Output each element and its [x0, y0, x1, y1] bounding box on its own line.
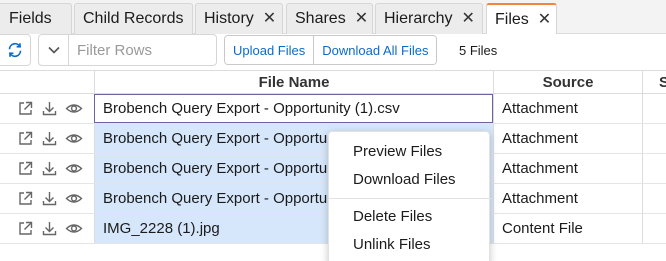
tab-hierarchy[interactable]: Hierarchy ✕ — [375, 3, 483, 34]
open-external-icon[interactable] — [17, 190, 34, 207]
tab-label: Shares — [295, 10, 346, 27]
source-cell: Attachment — [493, 124, 642, 153]
source-cell: Attachment — [493, 154, 642, 183]
source-cell: Attachment — [493, 184, 642, 213]
file-name-cell[interactable]: Brobench Query Export - Opportunity (1).… — [94, 94, 493, 123]
tab-history[interactable]: History ✕ — [195, 3, 283, 34]
menu-item-unlink-files[interactable]: Unlink Files — [329, 231, 491, 257]
tab-bar: Fields Child Records History ✕ Shares ✕ … — [0, 0, 666, 35]
download-icon[interactable] — [41, 100, 58, 117]
download-icon[interactable] — [41, 220, 58, 237]
column-header-partial[interactable]: S — [642, 71, 666, 94]
download-all-files-button[interactable]: Download All Files — [313, 36, 437, 64]
tab-label: Hierarchy — [384, 10, 453, 27]
file-action-buttons: Upload Files Download All Files — [224, 35, 438, 65]
refresh-icon — [8, 42, 22, 58]
extra-cell — [642, 214, 666, 243]
toolbar: Upload Files Download All Files 5 Files — [0, 34, 666, 70]
preview-eye-icon[interactable] — [65, 100, 83, 117]
tab-shares[interactable]: Shares ✕ — [286, 3, 373, 34]
preview-eye-icon[interactable] — [65, 220, 83, 237]
filter-rows-field — [38, 34, 217, 66]
table-row[interactable]: Brobench Query Export - Opportunity (1).… — [0, 94, 666, 124]
open-external-icon[interactable] — [17, 160, 34, 177]
context-menu: Preview Files Download Files Delete File… — [328, 131, 491, 261]
grid-header: File Name Source S — [0, 70, 666, 94]
menu-item-delete-files[interactable]: Delete Files — [329, 203, 491, 229]
preview-eye-icon[interactable] — [65, 160, 83, 177]
download-icon[interactable] — [41, 160, 58, 177]
open-external-icon[interactable] — [17, 220, 34, 237]
row-actions — [0, 124, 94, 153]
tab-fields[interactable]: Fields — [0, 3, 72, 34]
open-external-icon[interactable] — [17, 100, 34, 117]
tab-child-records[interactable]: Child Records — [74, 3, 193, 34]
extra-cell — [642, 124, 666, 153]
row-actions — [0, 94, 94, 123]
tab-label: Files — [495, 11, 529, 28]
close-icon[interactable]: ✕ — [355, 11, 368, 27]
row-actions — [0, 214, 94, 243]
menu-item-download-files[interactable]: Download Files — [329, 166, 491, 192]
tab-label: History — [204, 10, 254, 27]
download-icon[interactable] — [41, 130, 58, 147]
row-actions — [0, 154, 94, 183]
filter-rows-input[interactable] — [69, 41, 209, 59]
column-header-file-name[interactable]: File Name — [94, 71, 493, 94]
menu-divider — [329, 198, 491, 199]
tab-files[interactable]: Files ✕ — [486, 3, 557, 35]
open-external-icon[interactable] — [17, 130, 34, 147]
extra-cell — [642, 154, 666, 183]
row-actions — [0, 184, 94, 213]
menu-item-preview-files[interactable]: Preview Files — [329, 138, 491, 164]
download-icon[interactable] — [41, 190, 58, 207]
source-cell: Content File — [493, 214, 642, 243]
extra-cell — [642, 184, 666, 213]
preview-eye-icon[interactable] — [65, 130, 83, 147]
upload-files-button[interactable]: Upload Files — [225, 36, 314, 64]
filter-dropdown-button[interactable] — [39, 35, 69, 65]
tab-label: Child Records — [83, 10, 184, 27]
tab-label: Fields — [9, 10, 52, 27]
close-icon[interactable]: ✕ — [461, 11, 474, 27]
close-icon[interactable]: ✕ — [538, 12, 551, 28]
preview-eye-icon[interactable] — [65, 190, 83, 207]
refresh-button[interactable] — [0, 34, 31, 66]
close-icon[interactable]: ✕ — [263, 11, 276, 27]
extra-cell — [642, 94, 666, 123]
source-cell: Attachment — [493, 94, 642, 123]
column-header-source[interactable]: Source — [493, 71, 642, 94]
chevron-down-icon — [47, 46, 60, 54]
file-count: 5 Files — [459, 43, 498, 58]
